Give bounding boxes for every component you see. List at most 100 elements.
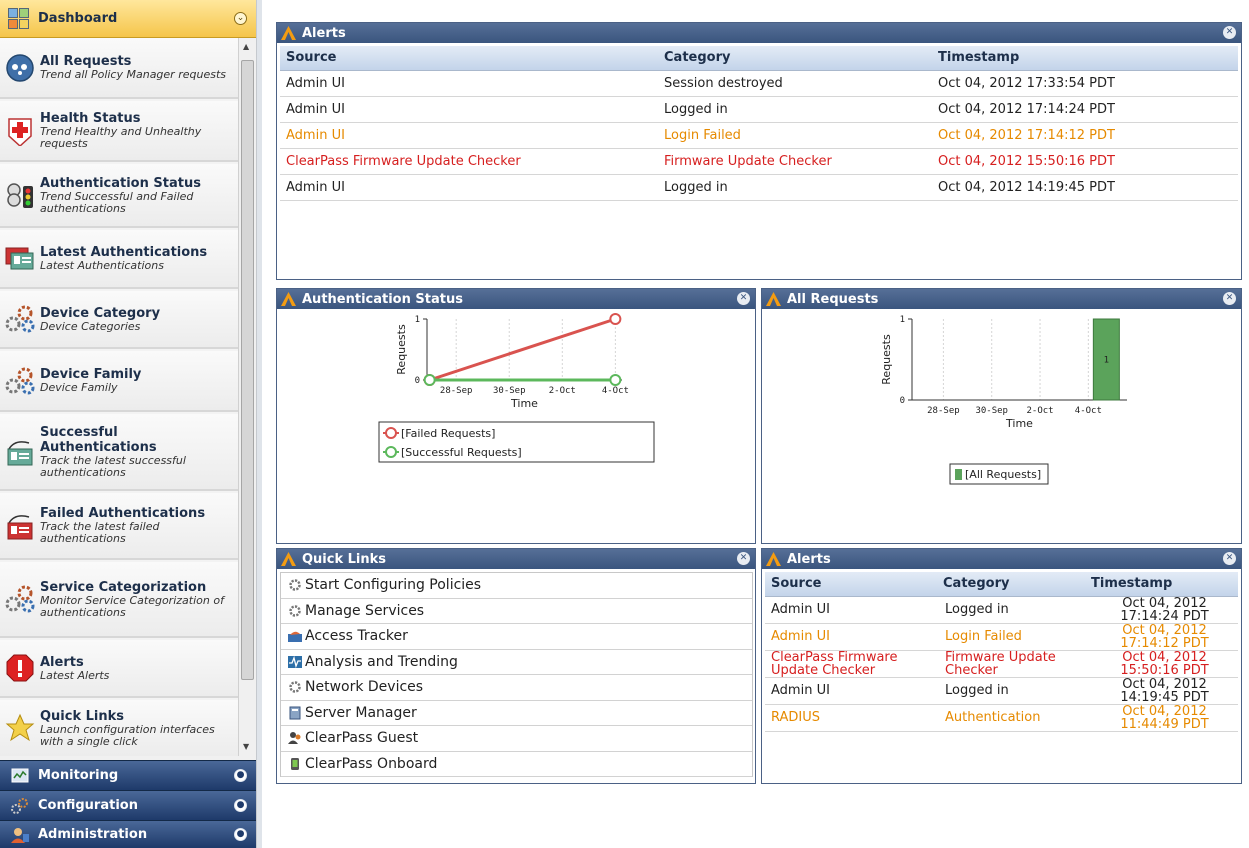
close-icon[interactable]: ✕ (737, 552, 750, 565)
quick-link-label: ClearPass Guest (305, 730, 419, 747)
expand-icon[interactable]: ● (234, 769, 247, 782)
panel-header[interactable]: Alerts ✕ (762, 549, 1241, 569)
table-row[interactable]: RADIUS Authentication Oct 04, 2012 11:44… (765, 704, 1238, 732)
table-row[interactable]: Admin UI Session destroyed Oct 04, 2012 … (280, 70, 1238, 97)
column-header-timestamp[interactable]: Timestamp (932, 46, 1238, 71)
alerts-table-header: Source Category Timestamp (280, 46, 1238, 71)
quick-link-label: Access Tracker (305, 628, 408, 645)
column-header-category[interactable]: Category (658, 46, 932, 71)
sidebar-item-device-family[interactable]: Device Family Device Family (0, 351, 238, 412)
nav-configuration[interactable]: Configuration ● (0, 790, 256, 820)
alert-category: Firmware Update Checker (658, 148, 932, 175)
sidebar-item-failed-authentications[interactable]: Failed Authentications Track the latest f… (0, 493, 238, 560)
dashboard-header[interactable]: Dashboard ⌄ (0, 0, 256, 38)
scrollbar-thumb[interactable] (241, 60, 254, 680)
sidebar-item-authentication-status[interactable]: Authentication Status Trend Successful an… (0, 164, 238, 228)
data-point (609, 374, 622, 386)
quick-link-label: Network Devices (305, 679, 424, 696)
quick-link-start-configuring-policies[interactable]: Start Configuring Policies (281, 573, 752, 599)
quick-link-label: Analysis and Trending (305, 653, 458, 670)
column-header-category[interactable]: Category (937, 572, 1085, 597)
table-row[interactable]: Admin UI Login Failed Oct 04, 2012 17:14… (765, 623, 1238, 651)
quick-link-label: ClearPass Onboard (305, 755, 438, 772)
alert-source: Admin UI (280, 174, 658, 201)
alert-source: ClearPass Firmware Update Checker (765, 650, 937, 678)
sidebar-item-title: All Requests (40, 54, 132, 69)
table-row[interactable]: Admin UI Logged in Oct 04, 2012 14:19:45… (765, 677, 1238, 705)
gear-icon (287, 679, 303, 695)
nav-administration[interactable]: Administration ● (0, 820, 256, 848)
quick-link-manage-services[interactable]: Manage Services (281, 599, 752, 624)
y-tick-label: 0 (415, 376, 420, 386)
x-tick-label: 30-Sep (975, 406, 1008, 416)
alerts-panel-main: Alerts ✕ Source Category Timestamp Admin… (276, 22, 1242, 280)
panel-title: All Requests (787, 291, 879, 307)
quick-link-network-devices[interactable]: Network Devices (281, 675, 752, 701)
gear-icon (287, 603, 303, 619)
column-header-source[interactable]: Source (765, 572, 937, 597)
sidebar-item-all-requests[interactable]: All Requests Trend all Policy Manager req… (0, 38, 238, 99)
x-axis-label: Time (1005, 417, 1033, 430)
table-row[interactable]: Admin UI Logged in Oct 04, 2012 17:14:24… (765, 596, 1238, 624)
sidebar-item-device-category[interactable]: Device Category Device Categories (0, 291, 238, 349)
sidebar-item-alerts[interactable]: Alerts Latest Alerts (0, 640, 238, 698)
quick-link-analysis-and-trending[interactable]: Analysis and Trending (281, 650, 752, 675)
health-cross-icon (0, 114, 40, 148)
expand-icon[interactable]: ● (234, 799, 247, 812)
alerts-table: Source Category Timestamp Admin UI Sessi… (280, 46, 1238, 201)
close-icon[interactable]: ✕ (1223, 292, 1236, 305)
table-row[interactable]: Admin UI Logged in Oct 04, 2012 17:14:24… (280, 96, 1238, 123)
all-requests-chart: 0 1 28-Sep 30-Sep 2-Oct 4-Oct Time Requests 1 [Al… (880, 315, 1127, 485)
table-row[interactable]: Admin UI Logged in Oct 04, 2012 14:19:45… (280, 174, 1238, 201)
quick-links-list: Start Configuring Policies Manage Servic… (280, 572, 753, 777)
sidebar-resize-handle[interactable] (256, 0, 262, 848)
x-tick-label: 28-Sep (927, 406, 960, 416)
panel-title: Alerts (302, 25, 346, 41)
gear-icon (287, 577, 303, 593)
panel-header[interactable]: Authentication Status ✕ (277, 289, 755, 309)
table-row[interactable]: ClearPass Firmware Update Checker Firmwa… (765, 650, 1238, 678)
gears-icon (0, 364, 40, 398)
sidebar-item-quick-links[interactable]: Quick Links Launch configuration interfac… (0, 700, 238, 756)
panel-header[interactable]: Quick Links ✕ (277, 549, 755, 569)
nav-monitoring[interactable]: Monitoring ● (0, 760, 256, 790)
close-icon[interactable]: ✕ (737, 292, 750, 305)
scroll-down-icon[interactable]: ▼ (243, 742, 249, 751)
sidebar-item-subtitle: Trend Healthy and Unhealthy requests (40, 125, 202, 150)
panel-header[interactable]: All Requests ✕ (762, 289, 1241, 309)
quick-link-server-manager[interactable]: Server Manager (281, 701, 752, 726)
sidebar-item-title: Service Categorization (40, 579, 207, 595)
sidebar-item-successful-authentications[interactable]: Successful Authentications Track the late… (0, 414, 238, 491)
scroll-up-icon[interactable]: ▲ (243, 42, 249, 51)
sidebar-item-latest-authentications[interactable]: Latest Authentications Latest Authenticat… (0, 230, 238, 289)
sidebar-scrollbar[interactable]: ▲ ▼ (238, 38, 256, 756)
monitoring-icon (10, 767, 30, 785)
expand-icon[interactable]: ● (234, 828, 247, 841)
column-header-timestamp[interactable]: Timestamp (1085, 572, 1238, 597)
sidebar-item-service-categorization[interactable]: Service Categorization Monitor Service Ca… (0, 562, 238, 638)
alerts-table-header: Source Category Timestamp (765, 572, 1238, 597)
sidebar-item-subtitle: Track the latest successful authenticati… (40, 453, 186, 479)
server-icon (287, 705, 303, 721)
quick-link-clearpass-onboard[interactable]: ClearPass Onboard (281, 752, 752, 777)
close-icon[interactable]: ✕ (1223, 552, 1236, 565)
card-failed-icon (0, 509, 40, 543)
sidebar-item-health-status[interactable]: Health Status Trend Healthy and Unhealthy… (0, 101, 238, 162)
close-icon[interactable]: ✕ (1223, 26, 1236, 39)
x-tick-label: 28-Sep (440, 386, 473, 396)
panel-header[interactable]: Alerts ✕ (277, 23, 1241, 43)
alert-category: Logged in (658, 96, 932, 123)
series-line (429, 317, 616, 382)
column-header-source[interactable]: Source (280, 46, 658, 71)
sidebar-item-title: Latest Authentications (40, 245, 208, 260)
panel-title: Alerts (787, 551, 831, 567)
data-point (423, 374, 436, 386)
quick-link-clearpass-guest[interactable]: ClearPass Guest (281, 726, 752, 752)
authentication-status-chart: 0 1 28-Sep 30-Sep 2-Oct 4-Oct Time Requests [Fai… (378, 313, 655, 463)
quick-link-access-tracker[interactable]: Access Tracker (281, 624, 752, 650)
alert-source: Admin UI (765, 677, 937, 705)
collapse-toggle-icon[interactable]: ⌄ (234, 12, 247, 25)
legend-marker (385, 427, 397, 439)
table-row[interactable]: ClearPass Firmware Update Checker Firmwa… (280, 148, 1238, 175)
table-row[interactable]: Admin UI Login Failed Oct 04, 2012 17:14… (280, 122, 1238, 149)
